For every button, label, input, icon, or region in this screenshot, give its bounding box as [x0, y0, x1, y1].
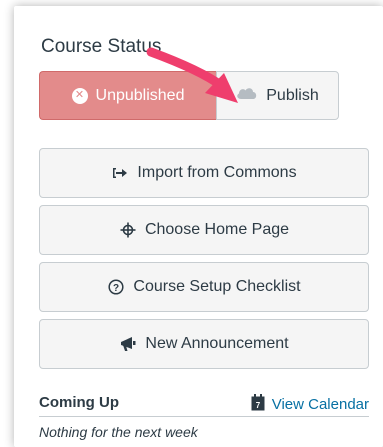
course-setup-checklist-button[interactable]: ? Course Setup Checklist — [39, 262, 369, 312]
new-announcement-button[interactable]: New Announcement — [39, 319, 369, 369]
calendar-icon: 7 — [251, 394, 265, 415]
question-circle-icon: ? — [107, 278, 125, 296]
course-setup-checklist-label: Course Setup Checklist — [133, 278, 301, 295]
coming-up-title: Coming Up — [39, 394, 119, 411]
cloud-icon — [236, 86, 258, 105]
x-circle-icon: ✕ — [71, 87, 88, 104]
import-arrow-icon — [111, 164, 129, 182]
unpublished-button[interactable]: ✕ Unpublished — [39, 71, 216, 120]
svg-text:7: 7 — [255, 401, 260, 410]
publish-label: Publish — [266, 86, 319, 104]
view-calendar-label: View Calendar — [271, 396, 369, 413]
publish-status-toggle: ✕ Unpublished Publish — [39, 71, 339, 120]
choose-home-page-button[interactable]: Choose Home Page — [39, 205, 369, 255]
megaphone-icon — [119, 335, 137, 353]
new-announcement-label: New Announcement — [145, 335, 289, 352]
course-status-heading: Course Status — [41, 36, 162, 57]
import-from-commons-label: Import from Commons — [137, 164, 297, 181]
choose-home-page-label: Choose Home Page — [144, 221, 290, 238]
unpublished-label: Unpublished — [95, 86, 185, 104]
import-from-commons-button[interactable]: Import from Commons — [39, 148, 369, 198]
svg-text:?: ? — [113, 283, 119, 294]
publish-button[interactable]: Publish — [216, 71, 339, 120]
view-calendar-link[interactable]: 7 View Calendar — [251, 394, 369, 415]
crosshair-icon — [119, 221, 137, 239]
coming-up-header: Coming Up 7 View Calendar — [39, 394, 369, 417]
coming-up-empty-text: Nothing for the next week — [39, 424, 198, 440]
